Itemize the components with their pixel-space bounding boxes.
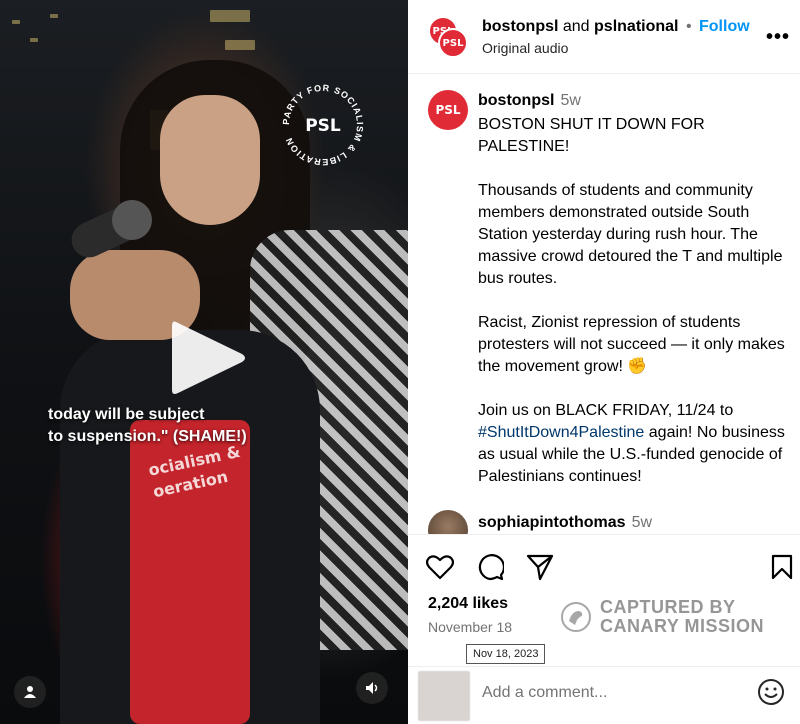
and-text: and [558, 18, 595, 35]
post-date[interactable]: November 18 [428, 619, 512, 635]
follow-button[interactable]: Follow [699, 18, 750, 35]
heart-icon[interactable] [424, 551, 456, 583]
post-time: 5w [560, 92, 581, 109]
post-caption: PSL bostonpsl 5w BOSTON SHUT IT DOWN FOR … [408, 74, 800, 534]
avatar[interactable]: PSL [428, 90, 468, 130]
caption-paragraph: BOSTON SHUT IT DOWN FOR PALESTINE! [478, 116, 705, 155]
share-icon[interactable] [524, 551, 556, 583]
avatar[interactable] [428, 510, 468, 534]
bookmark-icon[interactable] [766, 551, 798, 583]
play-icon[interactable] [170, 318, 248, 398]
comment-icon[interactable] [474, 551, 506, 583]
background-light [30, 38, 38, 42]
username-link[interactable]: bostonpsl [478, 92, 554, 109]
badge-logo-text: PSL [305, 116, 341, 136]
username-link[interactable]: sophiapintothomas [478, 514, 626, 531]
separator-dot: • [685, 18, 692, 35]
emoji-icon[interactable] [756, 677, 786, 707]
comment-composer [408, 666, 800, 724]
caption-paragraph: Thousands of students and community memb… [478, 182, 783, 287]
more-options-icon[interactable]: ••• [766, 26, 790, 49]
post-header: PSL PSL bostonpsl and pslnational • Foll… [408, 0, 800, 74]
caption-text-span: Join us on BLACK FRIDAY, 11/24 to [478, 402, 734, 419]
background-light [210, 10, 250, 22]
psl-logo-badge: PARTY FOR SOCIALISM & LIBERATION PSL [278, 80, 368, 170]
canary-mission-watermark: CAPTURED BY CANARY MISSION [560, 595, 790, 639]
comment-input[interactable] [482, 681, 752, 705]
hashtag-link[interactable]: #ShutItDown4Palestine [478, 424, 644, 441]
user-icon[interactable] [14, 676, 46, 708]
comment-username: sophiapintothomas 5w [478, 514, 652, 532]
watermark-line: CANARY MISSION [600, 616, 765, 636]
canary-logo-icon [561, 602, 591, 632]
action-bar: 2,204 likes November 18 CAPTURED BY CANA… [408, 534, 800, 644]
username-link[interactable]: bostonpsl [482, 18, 558, 35]
post-panel: PSL PSL bostonpsl and pslnational • Foll… [408, 0, 800, 724]
caption-username: bostonpsl 5w [478, 92, 581, 110]
caption-paragraph: Racist, Zionist repression of students p… [478, 314, 785, 375]
background-light [12, 20, 20, 24]
caption-paragraph: Join us on BLACK FRIDAY, 11/24 to #ShutI… [478, 400, 788, 488]
comment-time: 5w [631, 514, 653, 531]
video-player[interactable]: ocialism & oeration PARTY FOR SOCIALISM … [0, 0, 408, 724]
date-tooltip: Nov 18, 2023 [466, 644, 546, 664]
avatar [418, 671, 470, 721]
avatar[interactable]: PSL [438, 28, 468, 58]
likes-count[interactable]: 2,204 likes [428, 595, 508, 613]
speaker-icon[interactable] [356, 672, 388, 704]
username-link[interactable]: pslnational [594, 18, 678, 35]
background-light [50, 14, 58, 18]
microphone-head [112, 200, 152, 240]
audio-label[interactable]: Original audio [482, 40, 568, 56]
collab-usernames: bostonpsl and pslnational • Follow [482, 18, 750, 36]
background-light [225, 40, 255, 50]
watermark-line: CAPTURED BY [600, 597, 736, 617]
video-subtitle: today will be subject to suspension." (S… [48, 406, 247, 445]
person-face [160, 95, 260, 225]
caption-text: BOSTON SHUT IT DOWN FOR PALESTINE! Thous… [478, 114, 788, 510]
